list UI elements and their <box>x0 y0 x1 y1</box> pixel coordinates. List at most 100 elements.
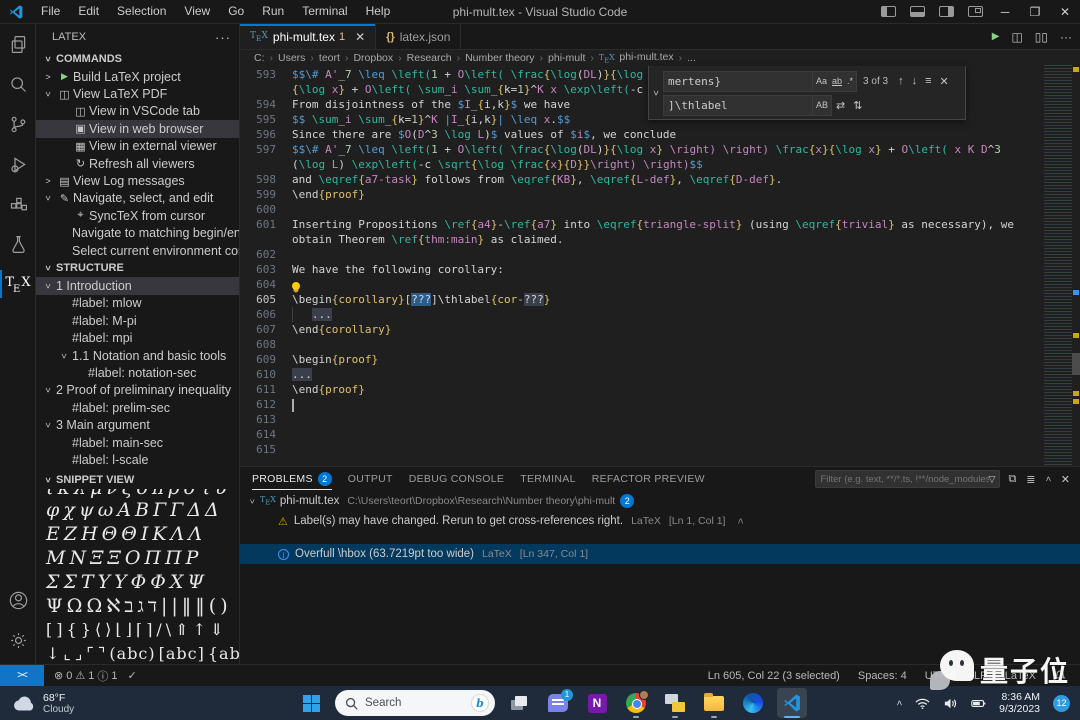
snippet-symbol[interactable]: M <box>46 546 66 570</box>
panel-tab-terminal[interactable]: TERMINAL <box>520 467 576 491</box>
regex-icon[interactable]: .* <box>847 76 853 86</box>
snippet-symbol[interactable]: {abc} <box>208 642 239 664</box>
clock[interactable]: 8:36 AM 9/3/2023 <box>999 691 1040 715</box>
structure-label-prelim-sec[interactable]: #label: prelim-sec <box>36 399 239 416</box>
next-match-icon[interactable]: ↓ <box>912 75 918 87</box>
view-as-list-icon[interactable]: ≣ <box>1026 473 1035 486</box>
breadcrumb-item[interactable]: TEX phi-mult.tex <box>599 51 674 65</box>
snippet-symbol[interactable]: τ <box>200 489 212 498</box>
snippet-symbol[interactable]: Γ <box>170 498 184 522</box>
structure-label-main-sec[interactable]: #label: main-sec <box>36 434 239 451</box>
breadcrumb-item[interactable]: Dropbox <box>353 52 393 64</box>
commands-section-header[interactable]: > COMMANDS <box>36 50 239 68</box>
snippet-symbol[interactable]: Φ <box>150 570 167 594</box>
snippet-symbol[interactable]: ד <box>148 594 158 618</box>
snippet-symbol[interactable]: Δ <box>205 498 220 522</box>
code-line[interactable]: 606 ... <box>240 307 1044 322</box>
snippet-symbol[interactable]: ψ <box>79 498 95 522</box>
snippet-symbol[interactable]: Λ <box>188 522 203 546</box>
structure-section-header[interactable]: > STRUCTURE <box>36 259 239 277</box>
command-view-log-messages[interactable]: > ▤ View Log messages <box>36 172 239 189</box>
activity-run-debug-icon[interactable] <box>0 144 36 184</box>
edge-button[interactable] <box>738 688 768 718</box>
indentation[interactable]: Spaces: 4 <box>858 670 907 682</box>
code-line[interactable]: 605 \begin{corollary}[???]\thlabel{cor-??… <box>240 292 1044 307</box>
toggle-secondary-sidebar-icon[interactable] <box>939 6 954 17</box>
panel-tab-refactor-preview[interactable]: REFACTOR PREVIEW <box>592 467 705 491</box>
minimap[interactable] <box>1044 65 1072 466</box>
wifi-icon[interactable] <box>915 697 930 710</box>
menu-edit[interactable]: Edit <box>69 0 108 23</box>
snippet-symbol[interactable]: | <box>171 594 178 618</box>
structure-label-notation-sec[interactable]: #label: notation-sec <box>36 364 239 381</box>
snippet-symbol[interactable]: (abc) <box>109 642 155 664</box>
breadcrumb[interactable]: C: › Users › teort › Dropbox › Research › Number t… <box>240 50 1080 65</box>
problem-row-warning[interactable]: ⚠ Label(s) may have changed. Rerun to get… <box>240 511 1080 531</box>
snippet-symbol[interactable]: ‖ <box>182 594 193 618</box>
code-line[interactable]: 609 \begin{proof} <box>240 352 1044 367</box>
code-line[interactable]: 615 <box>240 442 1044 457</box>
file-explorer-button[interactable] <box>699 688 729 718</box>
code-line[interactable]: 612 <box>240 397 1044 412</box>
activity-tex-icon[interactable]: TEX <box>0 264 36 304</box>
snippet-symbol[interactable]: ⌟ <box>75 642 84 664</box>
structure-label-mlow[interactable]: #label: mlow <box>36 295 239 312</box>
code-line[interactable]: 599 \end{proof} <box>240 187 1044 202</box>
snippet-symbol[interactable]: ν <box>106 489 119 498</box>
snippet-symbol[interactable]: N <box>69 546 87 570</box>
snippet-symbol[interactable]: ⌊ <box>115 618 122 642</box>
snippet-symbol[interactable]: ⌝ <box>98 642 107 664</box>
problems-file-row[interactable]: > TEX phi-mult.tex C:\Users\teort\Dropbo… <box>240 491 1080 511</box>
snippet-symbol[interactable]: } <box>81 618 92 642</box>
toggle-sidebar-icon[interactable] <box>881 6 896 17</box>
snippet-symbol[interactable]: ο <box>136 489 148 498</box>
snippet-symbol[interactable]: φ <box>46 498 60 522</box>
code-line[interactable]: 610... <box>240 367 1044 382</box>
snippet-symbol[interactable]: / <box>156 618 162 642</box>
teams-chat-button[interactable]: 1 <box>543 688 573 718</box>
activity-explorer-icon[interactable] <box>0 24 36 64</box>
snippet-symbol[interactable]: ⟨ <box>95 618 102 642</box>
snippet-symbol[interactable]: ↓ <box>46 642 60 664</box>
snippet-symbol[interactable]: ρ <box>168 489 180 498</box>
sidebar-more-icon[interactable]: ··· <box>215 30 231 45</box>
snippet-symbol[interactable]: Γ <box>153 498 167 522</box>
battery-icon[interactable] <box>971 697 986 710</box>
snippet-symbol[interactable]: | <box>161 594 168 618</box>
activity-settings-icon[interactable] <box>0 620 36 660</box>
code-line[interactable]: 603 We have the following corollary: <box>240 262 1044 277</box>
activity-account-icon[interactable] <box>0 580 36 620</box>
code-line[interactable]: 607 \end{corollary} <box>240 322 1044 337</box>
snippet-symbol[interactable]: ג <box>138 594 145 618</box>
command-build-latex-project[interactable]: > ▶ Build LaTeX project <box>36 68 239 85</box>
snippet-symbol[interactable]: ⟩ <box>105 618 112 642</box>
close-panel-icon[interactable]: ✕ <box>1061 473 1070 486</box>
collapse-icon[interactable]: > <box>735 513 747 529</box>
toggle-replace-icon[interactable]: > <box>649 66 663 119</box>
snippet-symbol[interactable]: σ <box>183 489 197 498</box>
snippet-symbol[interactable]: P <box>186 546 200 570</box>
command-navigate-select-and-edit[interactable]: > ✎ Navigate, select, and edit <box>36 190 239 207</box>
snippet-symbol[interactable]: Λ <box>171 522 186 546</box>
snippet-symbol[interactable]: Θ <box>102 522 119 546</box>
menu-file[interactable]: File <box>32 0 69 23</box>
code-line-wrap[interactable]: obtain Theorem \ref{thm:main} as claimed… <box>240 232 1044 247</box>
snippet-symbol[interactable]: { <box>67 618 78 642</box>
cursor-position[interactable]: Ln 605, Col 22 (3 selected) <box>708 670 840 682</box>
snippet-symbol[interactable]: Z <box>64 522 78 546</box>
weather-widget[interactable]: 68°F Cloudy <box>12 692 74 715</box>
tab-phi-mult-tex[interactable]: TEX phi-mult.tex 1 ✕ <box>240 24 377 49</box>
prev-match-icon[interactable]: ↑ <box>898 75 904 87</box>
code-line[interactable]: 600 <box>240 202 1044 217</box>
snippet-symbol[interactable]: ⇓ <box>210 618 224 642</box>
snippet-symbol[interactable]: Ψ <box>46 594 64 618</box>
snippet-symbol[interactable]: ↑ <box>193 618 207 642</box>
snippet-symbol[interactable]: T <box>81 570 95 594</box>
snippet-symbol[interactable]: Θ <box>121 522 138 546</box>
taskbar-search[interactable]: Search b <box>335 690 495 716</box>
restore-button[interactable]: ❐ <box>1020 0 1050 24</box>
structure-3-main-argument[interactable]: >3 Main argument <box>36 416 239 433</box>
snippet-symbol[interactable]: Ψ <box>187 570 205 594</box>
filter-input[interactable] <box>820 473 989 485</box>
menu-help[interactable]: Help <box>357 0 400 23</box>
